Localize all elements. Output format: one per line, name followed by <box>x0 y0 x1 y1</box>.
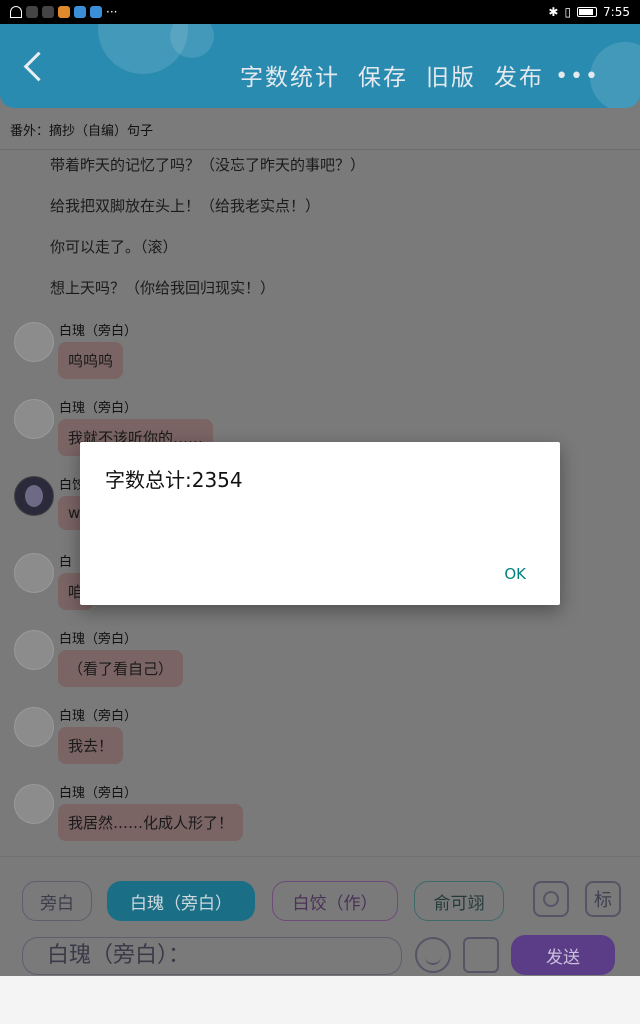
publish-button[interactable]: 发布 <box>494 58 544 92</box>
message-item[interactable]: 白瑰（旁白） （看了看自己） <box>12 626 632 703</box>
navigation-strip <box>0 976 640 1024</box>
message-item[interactable]: 白瑰（旁白） 我居然……化成人形了！ <box>12 780 632 857</box>
message-bubble: （看了看自己） <box>58 650 184 687</box>
status-bar: ··· ✱ ▯ 7:55 <box>0 0 640 24</box>
avatar <box>14 630 54 670</box>
composer-panel: 旁白 白瑰（旁白） 白饺（作） 俞可翊 标 白瑰（旁白）： 发送 <box>0 856 640 976</box>
header-actions: 字数统计 保存 旧版 发布 <box>240 58 544 92</box>
avatar <box>14 476 54 516</box>
dialog-message: 字数总计:2354 <box>105 468 243 492</box>
message-item[interactable]: 白瑰（旁白） 我去！ <box>12 703 632 780</box>
app-icon-a <box>26 6 38 18</box>
more-icon[interactable]: ••• <box>555 64 600 89</box>
avatar <box>14 399 54 439</box>
app-icon-d <box>74 6 86 18</box>
more-dots-icon: ··· <box>106 5 118 19</box>
chapter-title: 番外：摘抄（自编）句子 <box>0 108 640 150</box>
message-sender: 白瑰（旁白） <box>59 786 138 801</box>
back-arrow-icon[interactable] <box>22 52 48 82</box>
app-icon-e <box>90 6 102 18</box>
app-bar: 字数统计 保存 旧版 发布 ••• <box>0 24 640 108</box>
narration-lines: 带着昨天的记忆了吗？（没忘了昨天的事吧？） 给我把双脚放在头上！（给我老实点！）… <box>50 152 620 316</box>
message-bubble: 呜呜呜 <box>58 342 124 379</box>
old-version-button[interactable]: 旧版 <box>426 58 476 92</box>
message-sender: 白瑰（旁白） <box>59 632 138 647</box>
send-button[interactable]: 发送 <box>511 935 615 975</box>
avatar <box>14 553 54 593</box>
avatar <box>14 784 54 824</box>
role-button-yukeyi[interactable]: 俞可翊 <box>414 881 504 921</box>
app-icon-b <box>42 6 54 18</box>
message-sender: 白瑰（旁白） <box>59 709 138 724</box>
emoji-icon[interactable] <box>415 937 451 973</box>
message-sender: 白瑰（旁白） <box>59 324 138 339</box>
ok-button[interactable]: OK <box>504 565 526 583</box>
narration-line: 给我把双脚放在头上！（给我老实点！） <box>50 197 321 215</box>
narration-line: 带着昨天的记忆了吗？（没忘了昨天的事吧？） <box>50 156 366 174</box>
word-count-dialog: 字数总计:2354 OK <box>80 442 560 605</box>
wifi-icon <box>10 6 22 18</box>
role-button-baigui-selected[interactable]: 白瑰（旁白） <box>107 881 255 921</box>
message-sender: 白 <box>59 555 73 570</box>
mark-button[interactable]: 标 <box>585 881 621 917</box>
status-time: 7:55 <box>603 5 630 19</box>
avatar <box>14 707 54 747</box>
role-button-baijiao[interactable]: 白饺（作） <box>272 881 398 921</box>
vibrate-icon: ▯ <box>564 5 572 19</box>
word-count-button[interactable]: 字数统计 <box>240 58 340 92</box>
message-input[interactable]: 白瑰（旁白）： <box>22 937 402 975</box>
image-icon[interactable] <box>463 937 499 973</box>
battery-icon <box>577 7 598 17</box>
person-icon[interactable] <box>533 881 569 917</box>
message-sender: 白瑰（旁白） <box>59 401 138 416</box>
narration-line: 你可以走了。（滚） <box>50 238 178 256</box>
message-item[interactable]: 白瑰（旁白） 呜呜呜 <box>12 318 632 395</box>
avatar <box>14 322 54 362</box>
message-bubble: 我居然……化成人形了！ <box>58 804 244 841</box>
role-button-narrator[interactable]: 旁白 <box>22 881 92 921</box>
narration-line: 想上天吗？（你给我回归现实！） <box>50 279 276 297</box>
save-button[interactable]: 保存 <box>358 58 408 92</box>
app-icon-c <box>58 6 70 18</box>
message-bubble: 我去！ <box>58 727 124 764</box>
bluetooth-icon: ✱ <box>548 5 559 19</box>
